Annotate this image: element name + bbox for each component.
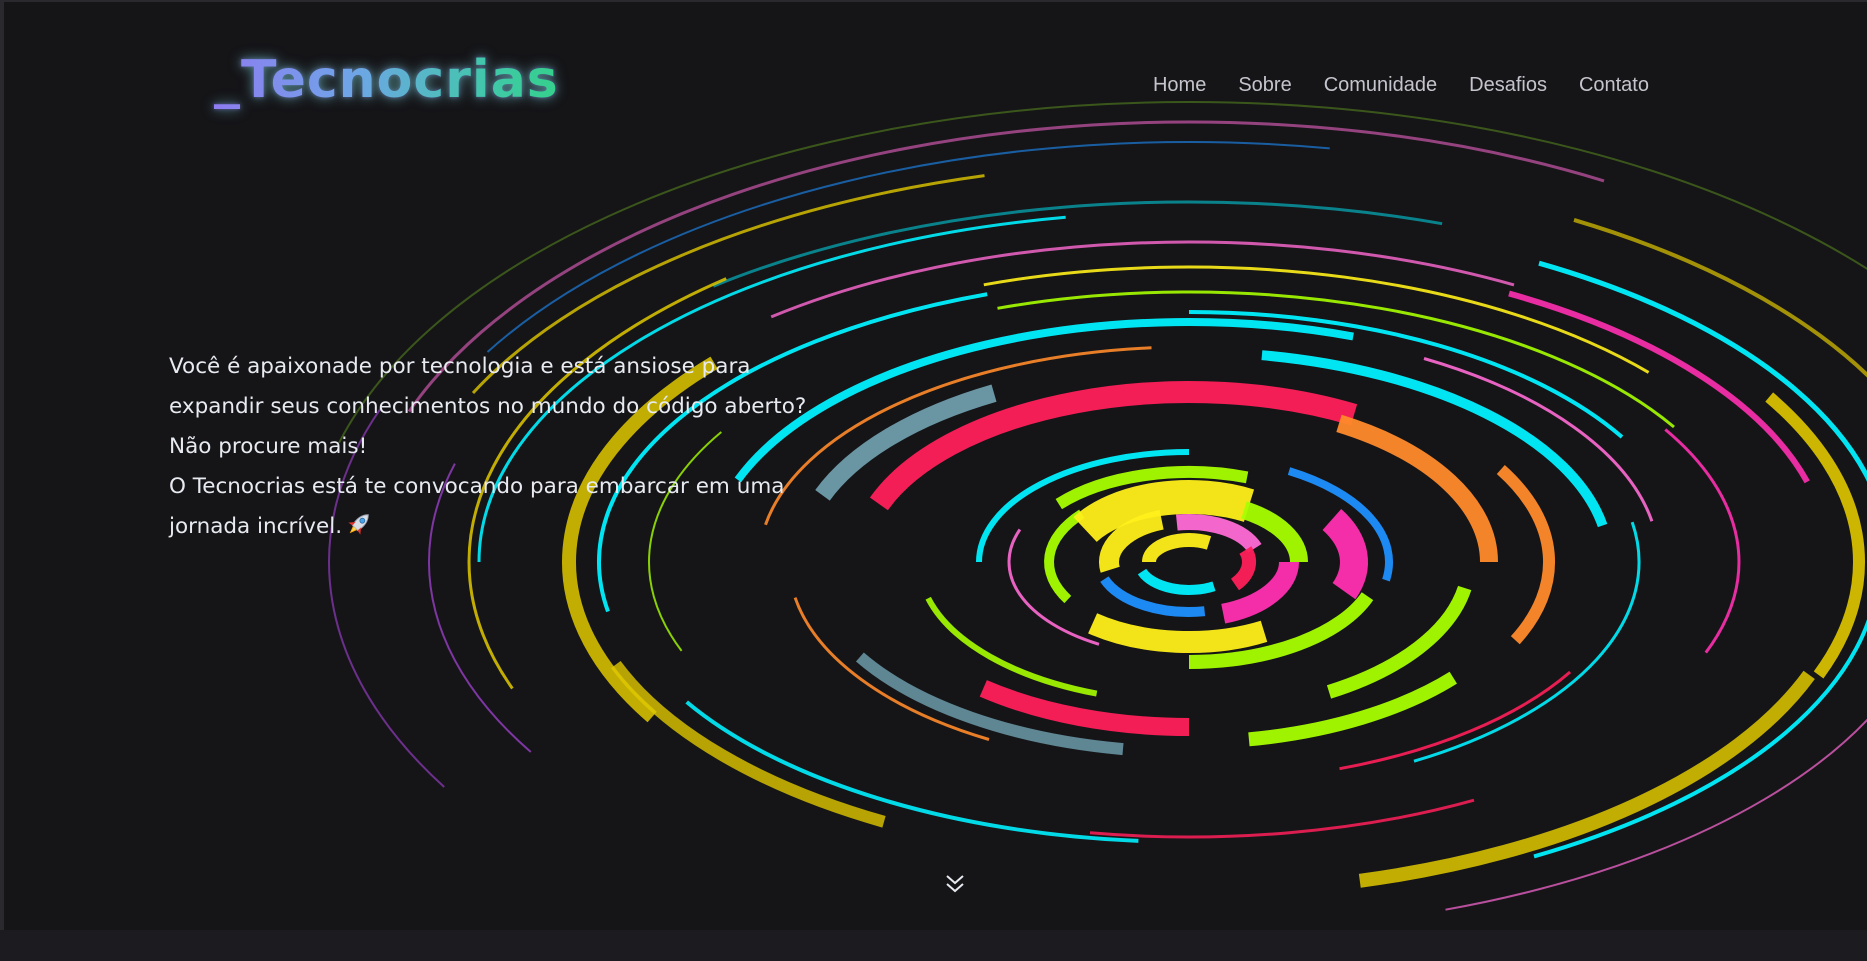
- swirl-ring-37: [1496, 465, 1556, 645]
- hero-message: Você é apaixonade por tecnologia e está …: [169, 347, 829, 547]
- nav-home[interactable]: Home: [1153, 74, 1206, 97]
- swirl-ring-49: [1322, 509, 1368, 600]
- nav-sobre[interactable]: Sobre: [1238, 74, 1291, 97]
- swirl-ring-43: [925, 596, 1098, 697]
- swirl-ring-60: [1141, 532, 1212, 563]
- swirl-ring-16: [770, 240, 1515, 319]
- brand-logo[interactable]: _Tecnocrias: [214, 50, 559, 110]
- swirl-ring-30: [1413, 521, 1641, 763]
- swirl-ring-25: [1664, 428, 1741, 654]
- swirl-ring-8: [1445, 718, 1867, 911]
- swirl-ring-33: [1261, 350, 1608, 528]
- swirl-ring-23: [1089, 798, 1475, 839]
- double-chevron-down-icon[interactable]: [943, 872, 967, 898]
- hero-line-2: expandir seus conhecimentos no mundo do …: [169, 394, 807, 419]
- main-nav: Home Sobre Comunidade Desafios Contato: [1153, 74, 1649, 97]
- swirl-ring-46: [1188, 592, 1374, 669]
- hero-line-1: Você é apaixonade por tecnologia e está …: [169, 354, 751, 379]
- hero-line-3: Não procure mais!: [169, 434, 368, 459]
- swirl-ring-15: [1358, 670, 1815, 888]
- swirl-ring-51: [1044, 509, 1085, 604]
- swirl-ring-50: [1088, 613, 1268, 653]
- rocket-icon: [348, 514, 369, 535]
- swirl-ring-27: [1188, 310, 1624, 439]
- hero-section: _Tecnocrias Home Sobre Comunidade Desafi…: [4, 2, 1867, 930]
- nav-comunidade[interactable]: Comunidade: [1324, 74, 1437, 97]
- hero-line-5-text: jornada incrível.: [169, 514, 343, 539]
- swirl-ring-54: [1221, 561, 1299, 624]
- nav-desafios[interactable]: Desafios: [1469, 74, 1547, 97]
- hero-line-4: O Tecnocrias está te convocando para emb…: [169, 474, 785, 499]
- hero-line-5: jornada incrível.: [169, 507, 829, 547]
- next-section-edge: [0, 930, 1867, 961]
- swirl-ring-59: [1137, 568, 1216, 595]
- swirl-ring-13: [1533, 619, 1867, 859]
- nav-contato[interactable]: Contato: [1579, 74, 1649, 97]
- swirl-ring-58: [1230, 546, 1256, 591]
